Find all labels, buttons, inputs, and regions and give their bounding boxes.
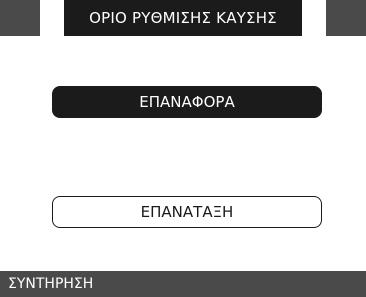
screen: ΟΡΙΟ ΡΥΘΜΙΣΗΣ ΚΑΥΣΗΣ ΕΠΑΝΑΦΟΡΑ ΕΠΑΝΑΤΑΞΗ… (0, 0, 366, 297)
title-bar-right-edge (326, 0, 366, 36)
title-bar-left-edge (0, 0, 40, 36)
page-title: ΟΡΙΟ ΡΥΘΜΙΣΗΣ ΚΑΥΣΗΣ (89, 9, 277, 27)
footer-maintenance[interactable]: ΣΥΝΤΗΡΗΣΗ (0, 271, 366, 297)
reset-button[interactable]: ΕΠΑΝΑΦΟΡΑ (52, 86, 322, 118)
retry-button[interactable]: ΕΠΑΝΑΤΑΞΗ (52, 196, 322, 228)
title-bar-center: ΟΡΙΟ ΡΥΘΜΙΣΗΣ ΚΑΥΣΗΣ (64, 0, 302, 36)
footer-label: ΣΥΝΤΗΡΗΣΗ (8, 276, 94, 292)
title-bar: ΟΡΙΟ ΡΥΘΜΙΣΗΣ ΚΑΥΣΗΣ (0, 0, 366, 36)
